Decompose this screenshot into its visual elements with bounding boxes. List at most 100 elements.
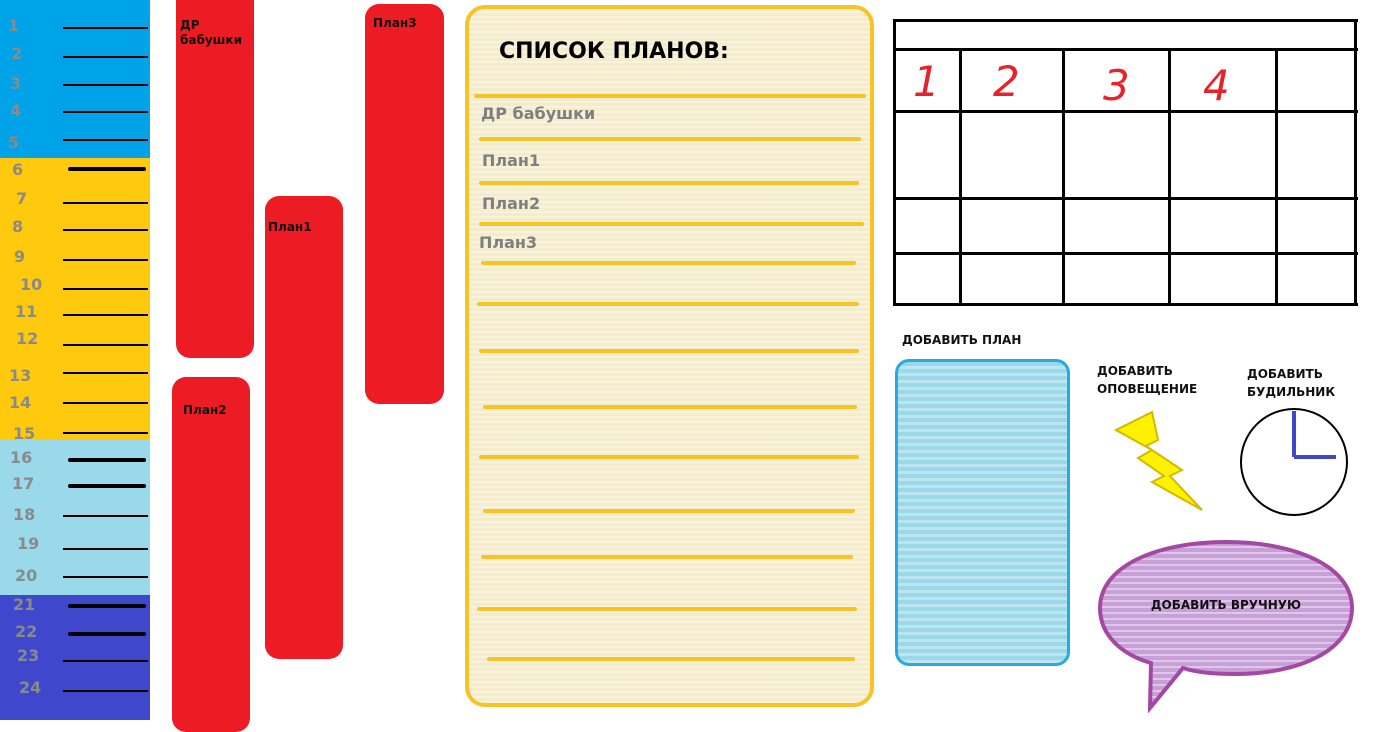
add-alarm-label: ДОБАВИТЬ БУДИЛЬНИК [1247,367,1336,399]
hour-label: 9 [14,247,26,266]
list-divider [479,222,864,226]
hour-label: 14 [9,393,32,412]
grid-line [893,48,1358,51]
calendar-day[interactable]: 3 [1103,61,1130,110]
list-divider [479,349,859,353]
grid-line [893,110,1358,113]
hour-label: 6 [12,160,24,179]
add-notification-label: ДОБАВИТЬ ОПОВЕЩЕНИЕ [1097,364,1198,396]
add-plan-button[interactable] [895,359,1070,666]
hour-label: 20 [15,566,38,585]
hour-tick [63,27,148,29]
grid-line [893,252,1358,255]
calendar-day[interactable]: 2 [993,57,1020,106]
hour-tick [63,515,148,517]
plan-bar-plan3[interactable] [365,4,444,404]
add-manual-label: ДОБАВИТЬ ВРУЧНУЮ [1150,598,1302,612]
hour-label: 19 [17,534,40,553]
lightning-icon[interactable] [1112,410,1207,512]
list-item-plan2[interactable]: План2 [482,194,540,213]
plan-list-title: СПИСОК ПЛАНОВ: [499,39,729,64]
plan-bar-label: ДР бабушки [180,18,242,47]
list-divider [481,555,853,559]
hour-label: 13 [9,366,32,385]
list-divider [479,455,859,459]
list-item-plan3[interactable]: План3 [479,233,537,252]
hour-tick [63,56,148,58]
hour-label: 12 [16,329,39,348]
hour-label: 24 [19,678,42,697]
hour-label: 4 [10,101,22,120]
hour-tick [63,344,148,346]
hour-label: 2 [11,44,23,63]
hour-label: 17 [12,474,35,493]
hour-tick [63,139,148,141]
hour-label: 5 [8,133,20,152]
list-divider [483,405,857,409]
hour-tick [68,632,146,636]
hour-tick [63,690,148,692]
grid-line [893,197,1358,200]
hour-label: 10 [20,275,43,294]
list-divider [483,509,855,513]
list-divider [481,261,856,265]
hour-label: 16 [10,448,33,467]
hour-tick [68,604,146,608]
list-divider [477,607,857,611]
plan-bar-grandma-birthday[interactable] [176,0,254,358]
grid-line [1354,19,1357,306]
grid-line [893,303,1358,306]
plan-bar-label: План1 [268,220,312,234]
hour-label: 11 [15,302,38,321]
hour-label: 22 [15,622,38,641]
list-item-plan1[interactable]: План1 [482,151,540,170]
list-divider [487,657,855,661]
hour-tick [63,576,148,578]
hour-tick [68,458,146,462]
clock-icon[interactable] [1238,406,1350,518]
hour-label: 8 [12,217,24,236]
hour-tick [63,660,148,662]
hour-label: 18 [13,505,36,524]
grid-line [1275,48,1278,306]
list-item-grandma-birthday[interactable]: ДР бабушки [481,104,595,123]
hour-label: 15 [13,424,36,443]
hour-ruler: 1 2 3 4 5 6 7 8 9 10 11 12 13 14 15 16 1… [0,0,150,720]
plan-list-panel: СПИСОК ПЛАНОВ: ДР бабушки План1 План2 Пл… [465,5,874,707]
hour-tick [63,259,148,261]
hour-label: 7 [16,189,28,208]
add-manual-button[interactable] [1095,538,1357,713]
hour-tick [63,314,148,316]
plan-bar-label: План3 [373,16,417,30]
hour-tick [63,548,148,550]
hour-tick [63,402,148,404]
list-divider [477,302,859,306]
grid-line [959,48,962,306]
plan-bar-plan1[interactable] [265,196,343,659]
calendar-day[interactable]: 1 [913,57,940,106]
hour-tick [63,202,148,204]
hour-tick [68,167,146,171]
hour-label: 1 [8,16,20,35]
add-plan-label: ДОБАВИТЬ ПЛАН [902,333,1022,347]
grid-line [893,19,896,306]
grid-line [1168,48,1171,306]
hour-tick [63,372,148,374]
plan-bar-label: План2 [183,403,227,417]
hour-tick [63,288,148,290]
hour-tick [63,84,148,86]
grid-line [1062,48,1065,306]
list-divider [479,137,861,141]
grid-line [893,19,1358,22]
hour-tick [63,432,148,434]
calendar-day[interactable]: 4 [1203,61,1230,110]
hour-label: 3 [10,74,22,93]
hour-tick [63,229,148,231]
hour-tick [63,111,148,113]
list-divider [479,181,859,185]
plan-bar-plan2[interactable] [172,377,250,732]
calendar-grid: 1 2 3 4 [893,19,1358,306]
hour-label: 23 [17,646,40,665]
hour-label: 21 [13,595,36,614]
list-divider [474,94,866,98]
